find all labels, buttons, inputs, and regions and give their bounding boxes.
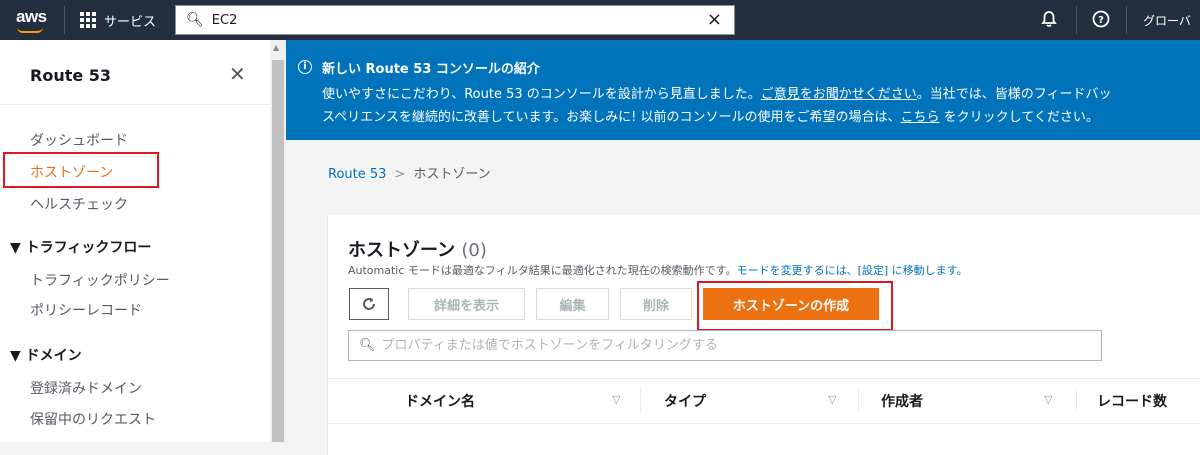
sidebar-item-traffic-policies[interactable]: トラフィックポリシー [30, 270, 170, 290]
grid-icon [80, 12, 96, 28]
banner-line-2: スペリエンスを継続的に改善しています。お楽しみに! 以前のコンソールの使用をご希… [322, 110, 1099, 125]
info-banner: i 新しい Route 53 コンソールの紹介 使いやすさにこだわり、Route… [286, 40, 1200, 140]
highlight-box [3, 152, 159, 188]
sidebar-section-domains[interactable]: ▼ ドメイン [10, 345, 82, 365]
edit-button[interactable]: 編集 [536, 288, 609, 320]
sort-icon[interactable]: ▽ [612, 393, 620, 406]
sidebar-item-pending-requests[interactable]: 保留中のリクエスト [30, 409, 156, 429]
filter-input[interactable] [381, 338, 1082, 353]
scrollbar-thumb[interactable] [272, 60, 284, 442]
column-divider [1076, 386, 1077, 414]
feedback-link[interactable]: ご意見をお聞かせください [761, 87, 917, 102]
zone-count: (0) [461, 240, 487, 261]
refresh-icon [363, 297, 375, 310]
column-domain-name[interactable]: ドメイン名 [405, 391, 475, 411]
settings-link[interactable]: モードを変更するには、[設定] に移動します。 [737, 264, 968, 277]
close-icon[interactable]: ✕ [229, 62, 246, 86]
services-label: サービス [104, 14, 157, 30]
region-selector[interactable]: グローバ [1143, 12, 1191, 29]
help-icon[interactable]: ? [1092, 10, 1110, 32]
column-record-count[interactable]: レコード数 [1097, 391, 1167, 411]
highlight-box [697, 281, 893, 331]
sidebar-title: Route 53 [30, 66, 112, 85]
column-type[interactable]: タイプ [664, 391, 706, 411]
global-search[interactable]: 🔍︎ × [175, 5, 735, 35]
banner-line-1: 使いやすさにこだわり、Route 53 のコンソールを設計から見直しました。ご意… [322, 87, 1112, 102]
divider [64, 6, 65, 34]
sidebar-item-registered-domains[interactable]: 登録済みドメイン [30, 378, 142, 398]
column-created-by[interactable]: 作成者 [881, 391, 923, 411]
sort-icon[interactable]: ▽ [828, 393, 836, 406]
aws-logo[interactable]: aws [10, 5, 52, 35]
view-details-button[interactable]: 詳細を表示 [408, 288, 525, 320]
page-title: ホストゾーン (0) [348, 240, 487, 261]
banner-title: 新しい Route 53 コンソールの紹介 [322, 62, 540, 77]
divider [1076, 6, 1077, 34]
info-icon: i [298, 60, 312, 74]
divider [0, 104, 270, 105]
bell-icon[interactable] [1040, 10, 1058, 32]
breadcrumb-root-link[interactable]: Route 53 [328, 167, 386, 182]
delete-button[interactable]: 削除 [620, 288, 692, 320]
clear-search-icon[interactable]: × [707, 9, 722, 30]
sidebar-item-dashboard[interactable]: ダッシュボード [30, 130, 128, 150]
services-menu-button[interactable]: サービス [80, 0, 156, 40]
column-divider [858, 386, 859, 414]
chevron-right-icon: > [394, 167, 406, 182]
sidebar-item-health-checks[interactable]: ヘルスチェック [30, 194, 128, 214]
top-nav-bar: aws サービス 🔍︎ × ? グローバ [0, 0, 1200, 40]
svg-text:?: ? [1098, 15, 1104, 26]
scroll-up-icon[interactable]: ▲ [273, 43, 279, 52]
old-console-link[interactable]: こちら [900, 110, 939, 125]
divider [1126, 6, 1127, 34]
filter-field[interactable]: 🔍︎ [348, 330, 1102, 361]
sort-icon[interactable]: ▽ [1044, 393, 1052, 406]
refresh-button[interactable] [349, 288, 389, 320]
search-icon: 🔍︎ [359, 338, 376, 353]
panel-description: Automatic モードは最適なフィルタ結果に最適化された現在の検索動作です。… [348, 264, 968, 277]
column-divider [640, 386, 641, 414]
aws-smile-icon [17, 27, 43, 33]
sidebar-item-policy-records[interactable]: ポリシーレコード [30, 300, 142, 320]
breadcrumb: Route 53 > ホストゾーン [328, 163, 491, 182]
aws-logo-text: aws [16, 7, 47, 26]
breadcrumb-current: ホストゾーン [413, 167, 491, 182]
search-icon: 🔍︎ [186, 12, 204, 28]
sidebar-section-traffic-flow[interactable]: ▼ トラフィックフロー [10, 237, 151, 257]
search-input[interactable] [211, 12, 692, 28]
